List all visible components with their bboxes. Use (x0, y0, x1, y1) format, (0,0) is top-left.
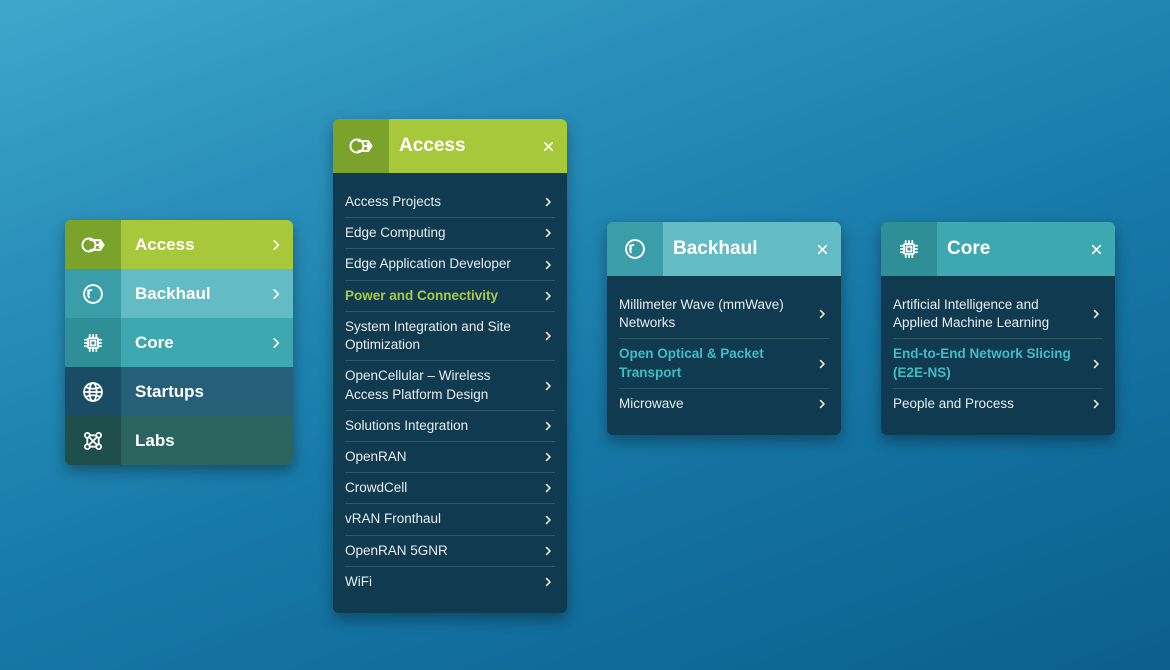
nav-label-labs: Labs (121, 431, 259, 451)
panel-title-backhaul: Backhaul (663, 238, 803, 260)
chevron-right-icon (259, 238, 293, 252)
chevron-right-icon (815, 398, 829, 410)
list-item-label: OpenCellular – Wireless Access Platform … (345, 367, 541, 403)
list-item[interactable]: Microwave (619, 389, 829, 419)
access-icon (65, 220, 121, 269)
panel-title-core: Core (937, 238, 1077, 260)
core-icon (65, 318, 121, 367)
list-item-label: vRAN Fronthaul (345, 510, 541, 528)
chevron-right-icon (259, 336, 293, 350)
list-item[interactable]: Access Projects (345, 187, 555, 218)
chevron-right-icon (541, 227, 555, 239)
chevron-right-icon (541, 259, 555, 271)
list-item-label: Power and Connectivity (345, 287, 541, 305)
list-item-label: OpenRAN 5GNR (345, 542, 541, 560)
list-item-label: People and Process (893, 395, 1089, 413)
list-item[interactable]: Power and Connectivity (345, 281, 555, 312)
globe-icon (65, 367, 121, 416)
chevron-right-icon (815, 358, 829, 370)
nav-item-access[interactable]: Access (65, 220, 293, 269)
close-icon[interactable] (529, 140, 567, 153)
list-item[interactable]: Artificial Intelligence and Applied Mach… (893, 290, 1103, 339)
panel-backhaul: Backhaul Millimeter Wave (mmWave) Network… (607, 222, 841, 435)
chevron-right-icon (1089, 398, 1103, 410)
list-item-label: Artificial Intelligence and Applied Mach… (893, 296, 1089, 332)
list-item-label: End-to-End Network Slicing (E2E-NS) (893, 345, 1089, 381)
main-nav: Access Backhaul Core Startups Labs (65, 220, 293, 465)
chevron-right-icon (541, 576, 555, 588)
backhaul-icon (65, 269, 121, 318)
chevron-right-icon (815, 308, 829, 320)
list-item[interactable]: CrowdCell (345, 473, 555, 504)
list-item[interactable]: Edge Computing (345, 218, 555, 249)
nav-label-startups: Startups (121, 382, 259, 402)
nav-label-core: Core (121, 333, 259, 353)
close-icon[interactable] (803, 243, 841, 256)
panel-header-backhaul: Backhaul (607, 222, 841, 276)
chevron-right-icon (541, 482, 555, 494)
chevron-right-icon (541, 420, 555, 432)
chevron-right-icon (541, 290, 555, 302)
panel-access: Access Access Projects Edge Computing Edge … (333, 119, 567, 613)
chevron-right-icon (1089, 358, 1103, 370)
chevron-right-icon (541, 545, 555, 557)
chevron-right-icon (541, 380, 555, 392)
list-item[interactable]: WiFi (345, 567, 555, 597)
list-item-label: Edge Application Developer (345, 255, 541, 273)
list-item-label: Microwave (619, 395, 815, 413)
panel-core: Core Artificial Intelligence and Applied … (881, 222, 1115, 435)
panel-body-access: Access Projects Edge Computing Edge Applic… (333, 173, 567, 613)
panel-body-core: Artificial Intelligence and Applied Mach… (881, 276, 1115, 435)
list-item-label: Open Optical & Packet Transport (619, 345, 815, 381)
list-item[interactable]: Edge Application Developer (345, 249, 555, 280)
panel-title-access: Access (389, 135, 529, 157)
labs-icon (65, 416, 121, 465)
chevron-right-icon (259, 287, 293, 301)
chevron-right-icon (541, 196, 555, 208)
list-item-label: OpenRAN (345, 448, 541, 466)
list-item-label: CrowdCell (345, 479, 541, 497)
list-item[interactable]: OpenRAN 5GNR (345, 536, 555, 567)
list-item[interactable]: End-to-End Network Slicing (E2E-NS) (893, 339, 1103, 388)
list-item-label: Millimeter Wave (mmWave) Networks (619, 296, 815, 332)
chevron-right-icon (541, 451, 555, 463)
panel-header-core: Core (881, 222, 1115, 276)
list-item[interactable]: People and Process (893, 389, 1103, 419)
chevron-right-icon (541, 330, 555, 342)
list-item[interactable]: Solutions Integration (345, 411, 555, 442)
close-icon[interactable] (1077, 243, 1115, 256)
list-item[interactable]: Millimeter Wave (mmWave) Networks (619, 290, 829, 339)
nav-item-backhaul[interactable]: Backhaul (65, 269, 293, 318)
list-item-label: System Integration and Site Optimization (345, 318, 541, 354)
list-item-label: Access Projects (345, 193, 541, 211)
panel-body-backhaul: Millimeter Wave (mmWave) Networks Open Op… (607, 276, 841, 435)
list-item-label: Solutions Integration (345, 417, 541, 435)
nav-item-startups[interactable]: Startups (65, 367, 293, 416)
chevron-right-icon (1089, 308, 1103, 320)
chevron-right-icon (541, 514, 555, 526)
nav-item-core[interactable]: Core (65, 318, 293, 367)
list-item[interactable]: vRAN Fronthaul (345, 504, 555, 535)
list-item-label: Edge Computing (345, 224, 541, 242)
list-item[interactable]: OpenRAN (345, 442, 555, 473)
access-icon (333, 119, 389, 173)
nav-label-backhaul: Backhaul (121, 284, 259, 304)
list-item[interactable]: System Integration and Site Optimization (345, 312, 555, 361)
backhaul-icon (607, 222, 663, 276)
panel-header-access: Access (333, 119, 567, 173)
core-icon (881, 222, 937, 276)
nav-label-access: Access (121, 235, 259, 255)
list-item-label: WiFi (345, 573, 541, 591)
nav-item-labs[interactable]: Labs (65, 416, 293, 465)
list-item[interactable]: Open Optical & Packet Transport (619, 339, 829, 388)
list-item[interactable]: OpenCellular – Wireless Access Platform … (345, 361, 555, 410)
